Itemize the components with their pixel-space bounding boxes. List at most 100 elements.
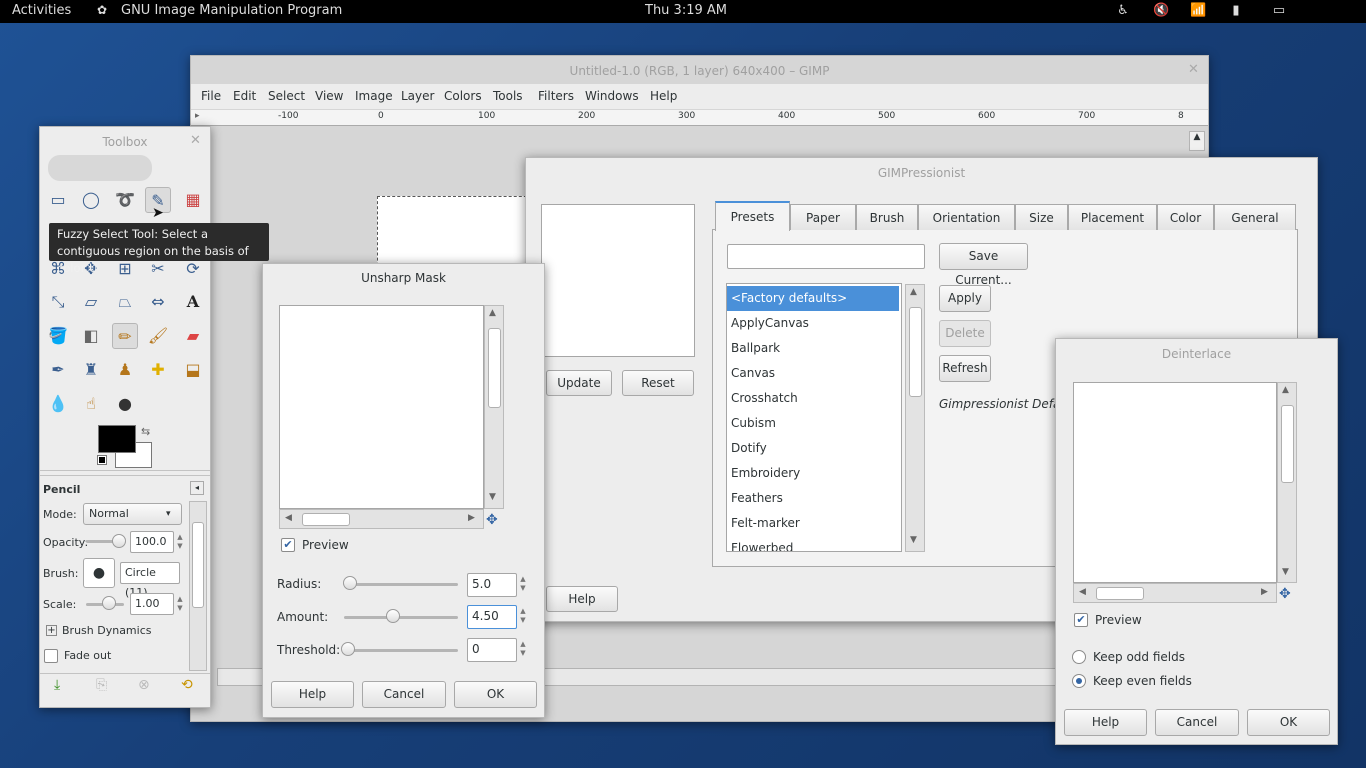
menu-layer[interactable]: Layer <box>401 89 434 103</box>
scale-spin-icon[interactable]: ▲ ▼ <box>174 595 186 613</box>
preview-checkbox[interactable]: ✔ <box>281 538 295 552</box>
reset-options-icon[interactable]: ⟲ <box>181 677 193 693</box>
menu-select[interactable]: Select <box>268 89 305 103</box>
scroll-up-icon[interactable]: ▲ <box>1189 131 1205 151</box>
clock[interactable]: Thu 3:19 AM <box>645 3 727 18</box>
list-item[interactable]: ApplyCanvas <box>727 311 899 336</box>
scale-field[interactable]: 1.00 <box>130 593 174 615</box>
scale-icon[interactable]: ⤡ <box>45 289 71 315</box>
tab-placement[interactable]: Placement <box>1068 204 1157 230</box>
menu-image[interactable]: Image <box>355 89 393 103</box>
radius-slider[interactable] <box>344 583 458 586</box>
scrollbar-thumb[interactable] <box>192 522 204 608</box>
list-item[interactable]: Ballpark <box>727 336 899 361</box>
help-button[interactable]: Help <box>1064 709 1147 736</box>
heal-icon[interactable]: ✚ <box>145 357 171 383</box>
ruler-toggle-icon[interactable]: ▸ <box>195 111 200 121</box>
fade-out-checkbox[interactable] <box>44 649 58 663</box>
navigate-icon[interactable]: ✥ <box>1279 586 1291 602</box>
opacity-field[interactable]: 100.0 <box>130 531 174 553</box>
amount-slider[interactable] <box>344 616 458 619</box>
delete-options-icon[interactable]: ⊗ <box>138 677 150 693</box>
tab-size[interactable]: Size <box>1015 204 1068 230</box>
threshold-slider-knob[interactable] <box>341 642 355 656</box>
menu-file[interactable]: File <box>201 89 221 103</box>
menu-tools[interactable]: Tools <box>493 89 523 103</box>
close-icon[interactable]: ✕ <box>190 133 201 148</box>
scroll-right-icon[interactable]: ▶ <box>1261 587 1268 597</box>
ok-button[interactable]: OK <box>454 681 537 708</box>
scroll-up-icon[interactable]: ▲ <box>489 308 496 318</box>
amount-spin-icon[interactable]: ▲ ▼ <box>517 607 529 625</box>
preset-name-input[interactable] <box>727 244 925 269</box>
blend-icon[interactable]: ◧ <box>78 323 104 349</box>
tab-general[interactable]: General <box>1214 204 1296 230</box>
menu-help[interactable]: Help <box>650 89 677 103</box>
opacity-slider-knob[interactable] <box>112 534 126 548</box>
shear-icon[interactable]: ▱ <box>78 289 104 315</box>
reset-button[interactable]: Reset <box>622 370 694 396</box>
restore-options-icon[interactable]: ⎘ <box>96 677 107 693</box>
perspective-icon[interactable]: ⏢ <box>112 289 138 315</box>
keep-even-radio[interactable] <box>1072 674 1086 688</box>
list-item[interactable]: Dotify <box>727 436 899 461</box>
scrollbar-thumb[interactable] <box>302 513 350 526</box>
smudge-icon[interactable]: ☝ <box>78 391 104 417</box>
paintbrush-icon[interactable]: 🖌 <box>145 323 171 349</box>
radius-field[interactable]: 5.0 <box>467 573 517 597</box>
cancel-button[interactable]: Cancel <box>1155 709 1239 736</box>
preview-horizontal-scrollbar[interactable]: ◀ ▶ <box>279 509 484 529</box>
menu-filters[interactable]: Filters <box>538 89 574 103</box>
radius-slider-knob[interactable] <box>343 576 357 590</box>
list-item[interactable]: <Factory defaults> <box>727 286 899 311</box>
volume-muted-icon[interactable]: 🔇 <box>1153 3 1169 19</box>
scrollbar-thumb[interactable] <box>488 328 501 408</box>
list-item[interactable]: Felt-marker <box>727 511 899 536</box>
list-item[interactable]: Embroidery <box>727 461 899 486</box>
preview-vertical-scrollbar[interactable]: ▲ ▼ <box>1277 382 1297 583</box>
eraser-icon[interactable]: ▰ <box>180 323 206 349</box>
tab-brush[interactable]: Brush <box>856 204 918 230</box>
panel-menu-icon[interactable]: ◂ <box>190 481 204 495</box>
menu-colors[interactable]: Colors <box>444 89 482 103</box>
menu-edit[interactable]: Edit <box>233 89 256 103</box>
scroll-up-icon[interactable]: ▲ <box>1282 385 1289 395</box>
menu-view[interactable]: View <box>315 89 343 103</box>
preview-vertical-scrollbar[interactable]: ▲ ▼ <box>484 305 504 509</box>
save-current-button[interactable]: Save Current... <box>939 243 1028 287</box>
menu-windows[interactable]: Windows <box>585 89 639 103</box>
preset-list-scrollbar[interactable]: ▲ ▼ <box>905 284 925 552</box>
refresh-button[interactable]: Refresh <box>939 355 991 382</box>
airbrush-icon[interactable]: ✒ <box>45 357 71 383</box>
tab-orientation[interactable]: Orientation <box>918 204 1015 230</box>
activities-button[interactable]: Activities <box>12 3 71 18</box>
threshold-spin-icon[interactable]: ▲ ▼ <box>517 640 529 658</box>
help-button[interactable]: Help <box>271 681 354 708</box>
blur-icon[interactable]: 💧 <box>45 391 71 417</box>
preview-horizontal-scrollbar[interactable]: ◀ ▶ <box>1073 583 1277 603</box>
scroll-right-icon[interactable]: ▶ <box>468 513 475 523</box>
apply-button[interactable]: Apply <box>939 285 991 312</box>
wifi-icon[interactable]: 📶 <box>1190 3 1206 19</box>
swap-colors-icon[interactable]: ⇆ <box>141 425 150 438</box>
scroll-left-icon[interactable]: ◀ <box>285 513 292 523</box>
threshold-slider[interactable] <box>344 649 458 652</box>
cancel-button[interactable]: Cancel <box>362 681 446 708</box>
brush-name-field[interactable]: Circle (11) <box>120 562 180 599</box>
list-item[interactable]: Feathers <box>727 486 899 511</box>
scrollbar-thumb[interactable] <box>1281 405 1294 483</box>
messages-icon[interactable]: ▭ <box>1271 3 1287 19</box>
list-item[interactable]: Canvas <box>727 361 899 386</box>
app-menu[interactable]: GNU Image Manipulation Program <box>121 3 342 18</box>
text-icon[interactable]: A <box>180 289 206 315</box>
scroll-up-icon[interactable]: ▲ <box>910 287 917 297</box>
foreground-color-swatch[interactable] <box>98 425 136 453</box>
scroll-down-icon[interactable]: ▼ <box>910 535 917 545</box>
brush-preview-icon[interactable]: ● <box>83 558 115 588</box>
keep-odd-radio[interactable] <box>1072 650 1086 664</box>
scrollbar-thumb[interactable] <box>1096 587 1144 600</box>
clone-icon[interactable]: ♟ <box>112 357 138 383</box>
wilber-drop-area[interactable] <box>48 155 152 181</box>
dodge-burn-icon[interactable]: ● <box>112 391 138 417</box>
select-by-color-icon[interactable]: ▦ <box>180 187 206 213</box>
